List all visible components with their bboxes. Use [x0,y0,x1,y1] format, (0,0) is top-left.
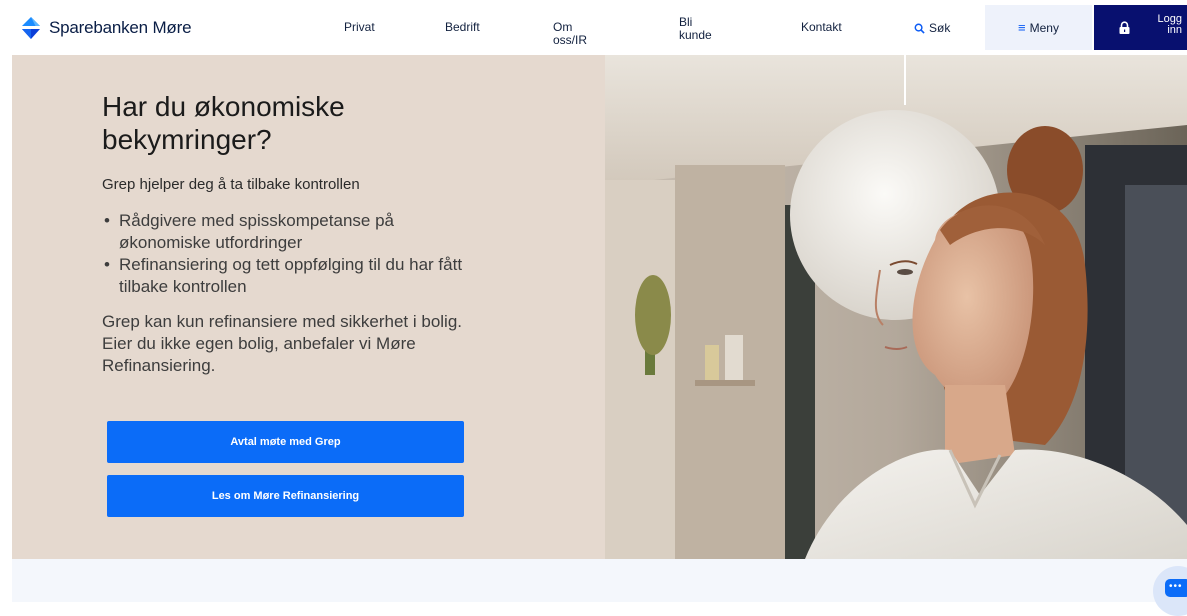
menu-label: Meny [1029,20,1059,35]
search-button[interactable]: Søk [914,21,950,35]
nav-bli-kunde[interactable]: Bli kunde [679,16,712,42]
nav-bedrift[interactable]: Bedrift [445,21,480,34]
brand-name: Sparebanken Møre [49,18,192,37]
hero-title: Har du økonomiske bekymringer? [102,91,345,155]
search-icon [914,23,925,34]
book-meeting-button[interactable]: Avtal møte med Grep [107,421,464,463]
sparebanken-logo-icon [22,17,40,39]
brand-logo[interactable]: Sparebanken Møre [19,15,192,41]
read-refinansiering-button[interactable]: Les om Møre Refinansiering [107,475,464,517]
next-section-band [12,559,1187,602]
nav-kontakt[interactable]: Kontakt [801,21,842,34]
hamburger-icon: ≡ [1018,20,1026,35]
nav-om-oss[interactable]: Om oss/IR [553,21,587,47]
hero-bullet-list: Rådgivere med spisskompetanse på økonomi… [102,210,472,298]
menu-button[interactable]: ≡ Meny [985,5,1092,50]
chat-dots: ••• [1169,581,1183,592]
hero-body-text: Grep kan kun refinansiere med sikkerhet … [102,312,463,375]
login-label: Logg inn [1157,13,1182,36]
hero-photo [605,55,1187,559]
search-label: Søk [929,21,951,35]
login-button[interactable]: Logg inn [1094,5,1187,50]
site-header: Sparebanken Møre Privat Bedrift Om oss/I… [0,0,1187,55]
hero-subtitle: Grep hjelper deg å ta tilbake kontrollen [102,176,360,193]
lock-icon [1119,20,1130,34]
bullet-item: Refinansiering og tett oppfølging til du… [102,254,472,298]
nav-privat[interactable]: Privat [344,21,375,34]
woman-portrait-image [605,55,1187,559]
bullet-item: Rådgivere med spisskompetanse på økonomi… [102,210,472,254]
